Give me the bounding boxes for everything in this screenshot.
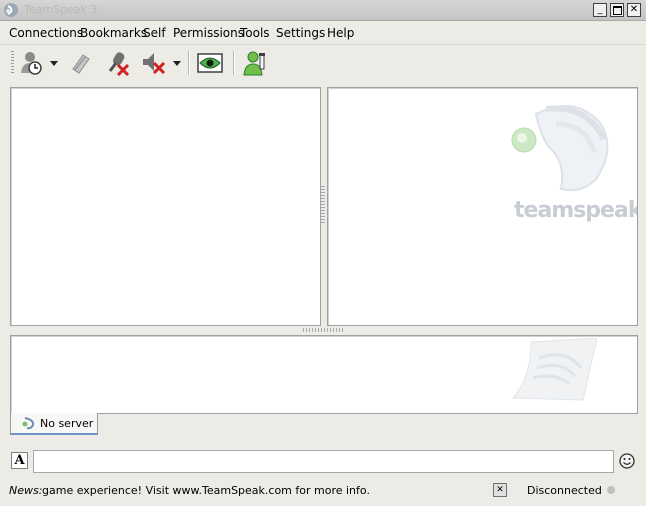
close-news-button[interactable]: ✕ bbox=[493, 483, 507, 497]
menu-help[interactable]: Help bbox=[327, 26, 354, 40]
text-format-button[interactable]: A bbox=[11, 452, 28, 469]
toolbar bbox=[0, 44, 646, 81]
connection-status: Disconnected bbox=[527, 484, 602, 497]
menu-self[interactable]: Self bbox=[143, 26, 166, 40]
teamspeak-tab-icon bbox=[22, 417, 35, 430]
menu-connections[interactable]: Connections bbox=[9, 26, 83, 40]
menu-bookmarks[interactable]: Bookmarks bbox=[80, 26, 147, 40]
disconnect-icon[interactable] bbox=[67, 49, 95, 77]
toolbar-grip[interactable] bbox=[11, 51, 14, 73]
teamspeak-app-icon bbox=[4, 3, 18, 17]
vertical-splitter[interactable] bbox=[321, 186, 325, 224]
status-bar: News: game experience! Visit www.TeamSpe… bbox=[0, 480, 646, 502]
menu-settings[interactable]: Settings bbox=[276, 26, 325, 40]
connect-icon[interactable] bbox=[18, 49, 46, 77]
connection-status-indicator-icon bbox=[607, 486, 615, 494]
window-title: TeamSpeak 3 bbox=[24, 3, 98, 16]
news-ticker[interactable]: game experience! Visit www.TeamSpeak.com… bbox=[42, 484, 370, 497]
toolbar-separator bbox=[188, 51, 190, 75]
mute-speakers-icon[interactable] bbox=[140, 49, 168, 77]
close-icon: ✕ bbox=[496, 485, 504, 495]
menu-permissions[interactable]: Permissions bbox=[173, 26, 244, 40]
chevron-down-icon[interactable] bbox=[49, 58, 59, 68]
horizontal-splitter[interactable] bbox=[303, 328, 343, 332]
news-label: News: bbox=[9, 484, 43, 497]
emoticon-icon[interactable] bbox=[619, 453, 635, 469]
channel-tree-panel[interactable] bbox=[10, 87, 321, 326]
teamspeak-watermark-small-icon bbox=[511, 338, 598, 401]
watermark-text: teamspeak3 bbox=[514, 198, 637, 223]
chat-log-panel[interactable] bbox=[10, 335, 638, 414]
close-icon: ✕ bbox=[629, 4, 639, 15]
title-bar[interactable]: TeamSpeak 3 _ ✕ bbox=[0, 0, 646, 21]
away-watch-icon[interactable] bbox=[196, 49, 224, 77]
mute-microphone-icon[interactable] bbox=[104, 49, 132, 77]
minimize-button[interactable]: _ bbox=[593, 3, 607, 17]
menu-bar: Connections Bookmarks Self Permissions T… bbox=[0, 23, 646, 42]
chevron-down-icon[interactable] bbox=[172, 58, 182, 68]
font-format-icon: A bbox=[14, 453, 25, 468]
toolbar-separator bbox=[233, 51, 235, 75]
info-panel[interactable]: teamspeak3 bbox=[327, 87, 638, 326]
tab-label: No server bbox=[40, 417, 94, 430]
maximize-icon bbox=[612, 5, 622, 15]
minimize-icon: _ bbox=[597, 4, 603, 15]
chat-input[interactable] bbox=[33, 450, 614, 473]
close-button[interactable]: ✕ bbox=[627, 3, 641, 17]
maximize-button[interactable] bbox=[610, 3, 624, 17]
tab-no-server[interactable]: No server bbox=[10, 413, 98, 435]
identity-user-icon[interactable] bbox=[242, 49, 270, 77]
menu-tools[interactable]: Tools bbox=[240, 26, 270, 40]
